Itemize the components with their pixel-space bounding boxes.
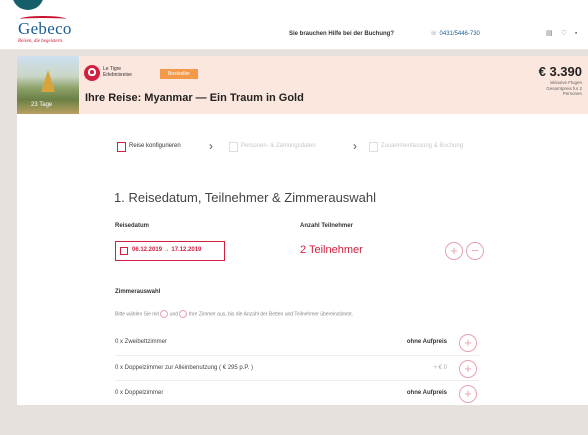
logo-swoosh-icon — [20, 16, 66, 22]
heart-icon[interactable]: ♡ — [561, 30, 567, 37]
travel-date-value: 06.12.2019 → 17.12.2019 — [132, 247, 202, 253]
site-header: Gebeco Reisen, die begeistern. Sie brauc… — [0, 14, 588, 50]
phone-icon: ☏ — [430, 31, 438, 37]
header-icon-group: ▤ ♡ ▪ — [540, 29, 577, 37]
print-icon[interactable]: ▤ — [546, 30, 553, 37]
logo-tagline: Reisen, die begeistern. — [18, 39, 64, 44]
room-price: ohne Aufpreis — [406, 390, 447, 396]
room-price: ohne Aufpreis — [406, 339, 447, 345]
logo-circle-decoration — [12, 0, 44, 10]
phone-number: 0431/5446-730 — [439, 31, 480, 37]
erlebnisreise-badge-icon — [84, 65, 100, 81]
room-selection-hint: Bitte wählen Sie mit und Ihre Zimmer aus… — [115, 310, 353, 318]
step-configure[interactable]: Reise konfigurieren — [129, 143, 181, 149]
add-room-button[interactable]: + — [459, 334, 477, 352]
room-divider — [115, 380, 479, 381]
room-hint-part-b: und — [169, 311, 179, 318]
room-name: 0 x Zweibettzimmer — [115, 339, 168, 345]
bestseller-badge: Bestseller — [160, 69, 198, 79]
room-row-double: 0 x Doppelzimmer ohne Aufpreis + — [115, 385, 477, 403]
pagoda-shape — [41, 70, 55, 92]
trip-price: € 3.390 — [538, 64, 582, 79]
logo-text: Gebeco — [18, 19, 72, 38]
booking-form: Reise konfigurieren › Personen- & Zahlun… — [17, 114, 588, 405]
room-divider — [115, 355, 479, 356]
room-row-twin: 0 x Zweibettzimmer ohne Aufpreis + — [115, 334, 477, 352]
step-1-icon — [117, 142, 126, 152]
step-3-icon — [369, 142, 378, 152]
plus-circle-icon — [160, 310, 169, 318]
room-name: 0 x Doppelzimmer — [115, 390, 164, 396]
room-name: 0 x Doppelzimmer zur Alleinbenutzung ( €… — [115, 365, 253, 371]
remove-participant-button[interactable]: − — [466, 242, 484, 260]
room-selection-label: Zimmerauswahl — [115, 289, 161, 295]
badge-text-line2: Erlebnisreise — [103, 72, 132, 78]
participants-value: 2 Teilnehmer — [300, 244, 363, 256]
booking-steps: Reise konfigurieren › Personen- & Zahlun… — [117, 139, 487, 154]
top-strip — [0, 0, 588, 14]
trip-image: 23 Tage — [17, 56, 79, 114]
badge-text: Le Tigre Erlebnisreise — [103, 66, 132, 78]
room-hint-part-a: Bitte wählen Sie mit — [115, 311, 159, 318]
section-title: 1. Reisedatum, Teilnehmer & Zimmerauswah… — [114, 190, 377, 205]
room-price: + € 0 — [433, 365, 447, 371]
add-room-button[interactable]: + — [459, 360, 477, 378]
participants-label: Anzahl Teilnehmer — [300, 223, 353, 229]
trip-title: Ihre Reise: Myanmar — Ein Traum in Gold — [85, 92, 304, 104]
chevron-right-icon: › — [353, 139, 357, 153]
chevron-right-icon: › — [209, 139, 213, 153]
lock-icon[interactable]: ▪ — [575, 30, 577, 37]
gebeco-logo[interactable]: Gebeco Reisen, die begeistern. — [18, 16, 98, 44]
step-2-icon — [229, 142, 238, 152]
help-text: Sie brauchen Hilfe bei der Buchung? — [289, 31, 395, 37]
date-label: Reisedatum — [115, 223, 150, 229]
add-room-button[interactable]: + — [459, 385, 477, 403]
room-row-single-use: 0 x Doppelzimmer zur Alleinbenutzung ( €… — [115, 360, 477, 378]
calendar-icon — [120, 247, 128, 255]
phone-link[interactable]: ☏ 0431/5446-730 — [430, 30, 480, 37]
heart-badge-icon — [88, 68, 96, 76]
trip-summary-bar: 23 Tage Le Tigre Erlebnisreise Bestselle… — [17, 56, 588, 114]
step-summary[interactable]: Zusammenfassung & Buchung — [381, 143, 463, 149]
room-hint-part-c: Ihre Zimmer aus, bis die Anzahl der Bett… — [188, 311, 353, 318]
price-note: inklusive Flugen Gesamtpreis fur 2 Perso… — [546, 80, 582, 96]
trip-image-caption: 23 Tage — [31, 102, 53, 108]
minus-circle-icon — [179, 310, 188, 318]
step-personal-data[interactable]: Personen- & Zahlungsdaten — [241, 143, 316, 149]
travel-date-field[interactable]: 06.12.2019 → 17.12.2019 — [115, 241, 225, 261]
add-participant-button[interactable]: + — [445, 242, 463, 260]
